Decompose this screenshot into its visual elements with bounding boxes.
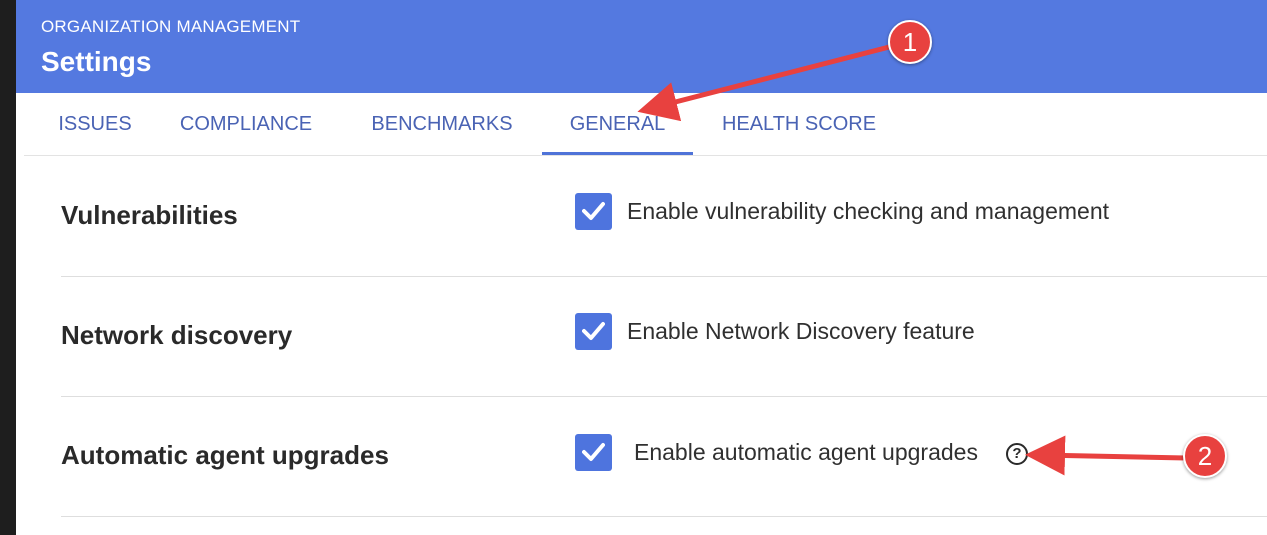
active-tab-indicator [542,152,693,155]
setting-row-automatic-agent-upgrades: Automatic agent upgrades Enable automati… [61,396,1267,517]
tab-compliance[interactable]: COMPLIANCE [166,93,326,155]
setting-label: Network discovery [61,320,293,350]
checkmark-icon [582,202,605,220]
automatic-upgrades-checkbox[interactable] [575,434,612,471]
option-text: Enable automatic agent upgrades [634,439,978,465]
tab-general[interactable]: GENERAL [542,93,693,155]
tab-health-score[interactable]: HEALTH SCORE [714,93,884,155]
settings-panel: ORGANIZATION MANAGEMENT Settings ISSUES … [16,0,1267,535]
checkmark-icon [582,443,605,461]
tab-bar: ISSUES COMPLIANCE BENCHMARKS GENERAL HEA… [24,93,1267,156]
annotation-badge-1: 1 [888,20,932,64]
network-discovery-checkbox[interactable] [575,313,612,350]
page-subtitle: ORGANIZATION MANAGEMENT [41,17,301,36]
vulnerabilities-checkbox[interactable] [575,193,612,230]
setting-row-vulnerabilities: Vulnerabilities Enable vulnerability che… [61,156,1267,277]
tab-benchmarks[interactable]: BENCHMARKS [354,93,530,155]
tab-issues[interactable]: ISSUES [24,93,166,155]
checkmark-icon [582,322,605,340]
page-title: Settings [41,46,152,77]
setting-label: Automatic agent upgrades [61,440,389,470]
setting-label: Vulnerabilities [61,200,238,230]
help-icon[interactable]: ? [1006,443,1028,465]
page-header: ORGANIZATION MANAGEMENT Settings [16,0,1267,93]
setting-row-network-discovery: Network discovery Enable Network Discove… [61,276,1267,397]
option-text: Enable Network Discovery feature [627,318,975,344]
annotation-badge-2: 2 [1183,434,1227,478]
option-text: Enable vulnerability checking and manage… [627,198,1110,224]
